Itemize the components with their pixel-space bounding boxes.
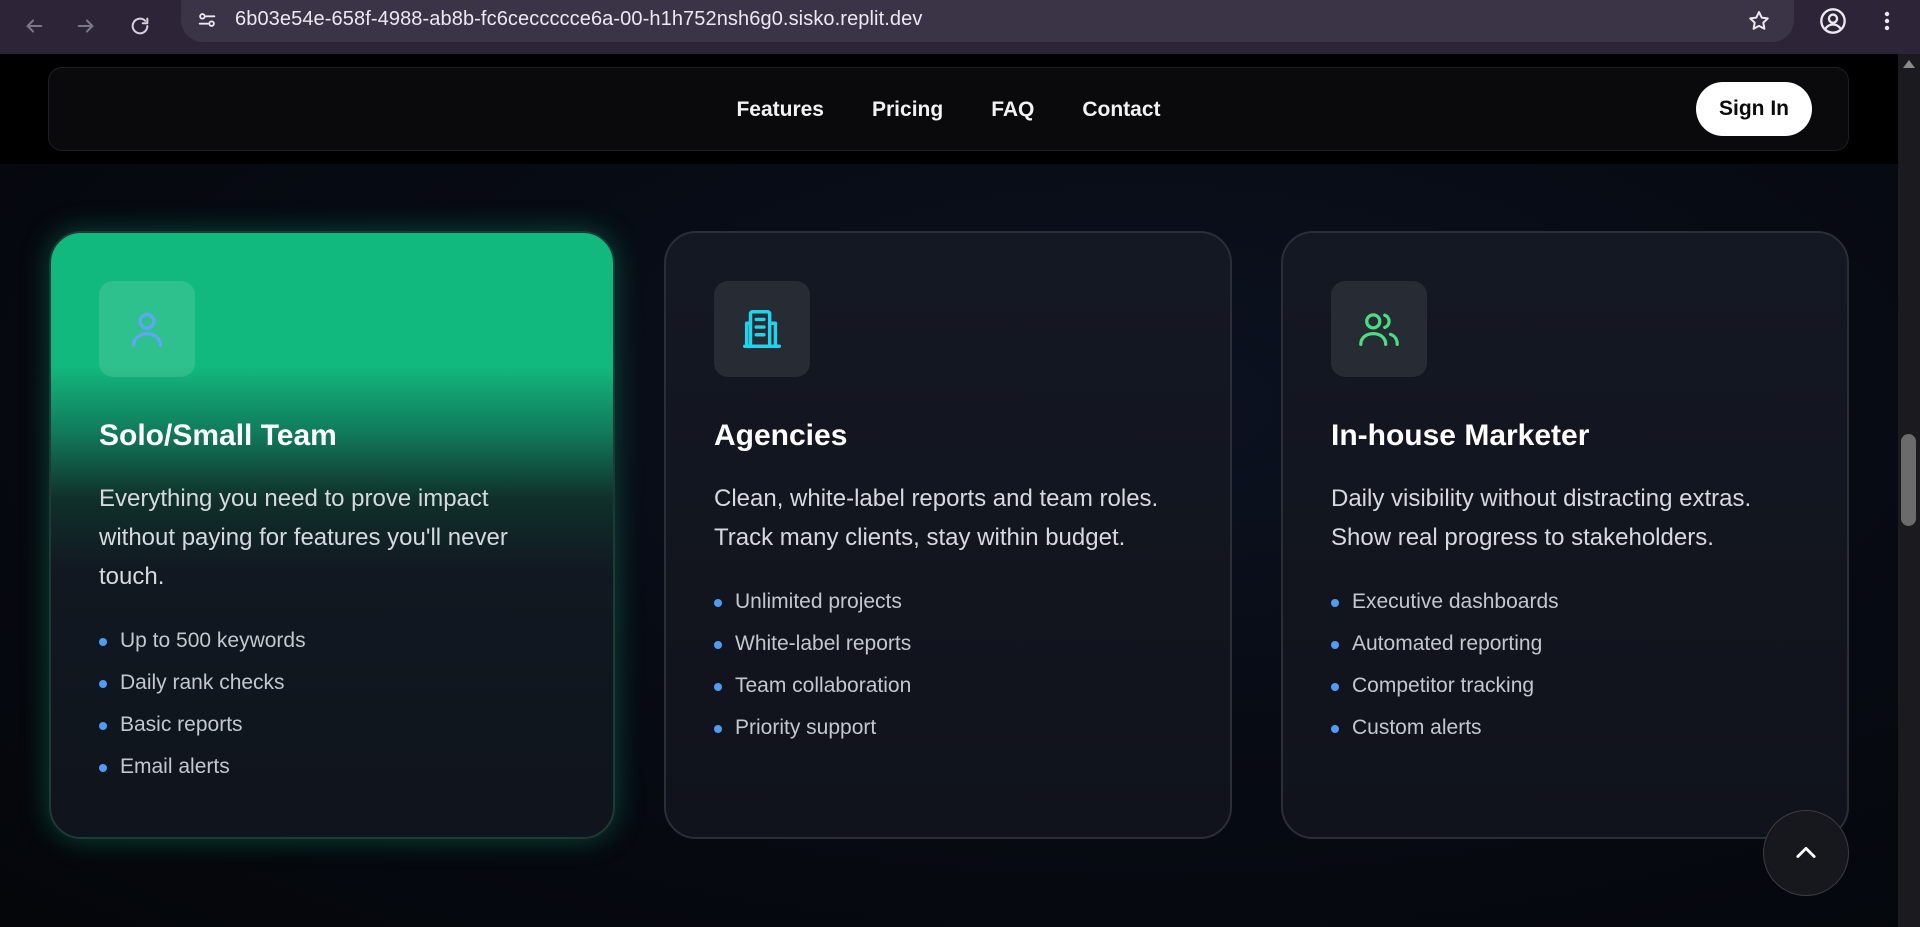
- list-item: Basic reports: [99, 704, 565, 746]
- top-navigation: Features Pricing FAQ Contact Sign In: [48, 67, 1849, 151]
- nav-link-contact[interactable]: Contact: [1082, 98, 1160, 122]
- card-in-house-marketer[interactable]: In-house Marketer Daily visibility witho…: [1281, 231, 1849, 839]
- user-icon: [131, 312, 163, 347]
- list-item: Priority support: [714, 707, 1182, 749]
- list-item: Custom alerts: [1331, 707, 1799, 749]
- card-icon-box: [1331, 281, 1427, 377]
- list-item: Team collaboration: [714, 665, 1182, 707]
- feature-list: Executive dashboards Automated reporting…: [1331, 581, 1799, 749]
- nav-link-faq[interactable]: FAQ: [991, 98, 1034, 122]
- card-description: Everything you need to prove impact with…: [99, 485, 508, 590]
- browser-menu-button[interactable]: [1870, 4, 1904, 38]
- building-icon: [743, 310, 781, 348]
- nav-link-features[interactable]: Features: [736, 98, 824, 122]
- site-info-button[interactable]: [189, 4, 225, 36]
- nav-link-pricing[interactable]: Pricing: [872, 98, 943, 122]
- feature-list: Unlimited projects White-label reports T…: [714, 581, 1182, 749]
- list-item: Daily rank checks: [99, 662, 565, 704]
- list-item: Automated reporting: [1331, 623, 1799, 665]
- sign-in-button[interactable]: Sign In: [1696, 82, 1812, 136]
- forward-button[interactable]: [68, 8, 104, 44]
- account-icon: [1820, 8, 1846, 34]
- list-item: Competitor tracking: [1331, 665, 1799, 707]
- arrow-left-icon: [26, 19, 43, 33]
- address-bar[interactable]: 6b03e54e-658f-4988-ab8b-fc6ceccccce6a-00…: [181, 0, 1794, 42]
- card-solo-small-team[interactable]: Solo/Small Team Everything you need to p…: [49, 231, 615, 839]
- arrow-right-icon: [77, 19, 94, 33]
- page-scrollbar[interactable]: [1898, 54, 1920, 927]
- card-icon-box: [714, 281, 810, 377]
- list-item: Email alerts: [99, 746, 565, 788]
- reload-icon: [131, 17, 149, 35]
- card-title: Solo/Small Team: [99, 419, 337, 452]
- card-agencies[interactable]: Agencies Clean, white-label reports and …: [664, 231, 1232, 839]
- feature-list: Up to 500 keywords Daily rank checks Bas…: [99, 620, 565, 788]
- browser-toolbar: 6b03e54e-658f-4988-ab8b-fc6ceccccce6a-00…: [0, 0, 1920, 54]
- tune-icon: [198, 13, 216, 27]
- reload-button[interactable]: [122, 8, 158, 44]
- page-viewport: Features Pricing FAQ Contact Sign In Sol…: [0, 54, 1898, 927]
- card-icon-box: [99, 281, 195, 377]
- nav-links: Features Pricing FAQ Contact: [49, 68, 1848, 152]
- profile-button[interactable]: [1816, 4, 1850, 38]
- star-icon: [1749, 11, 1769, 30]
- scroll-up-arrow-icon[interactable]: [1903, 60, 1915, 68]
- list-item: Executive dashboards: [1331, 581, 1799, 623]
- list-item: Up to 500 keywords: [99, 620, 565, 662]
- list-item: Unlimited projects: [714, 581, 1182, 623]
- card-title: In-house Marketer: [1331, 419, 1590, 452]
- scrollbar-thumb[interactable]: [1901, 434, 1916, 526]
- kebab-menu-icon: [1884, 11, 1890, 31]
- users-icon: [1359, 313, 1399, 346]
- back-to-top-button[interactable]: [1763, 810, 1849, 896]
- list-item: White-label reports: [714, 623, 1182, 665]
- bookmark-button[interactable]: [1744, 6, 1774, 36]
- back-button[interactable]: [16, 8, 52, 44]
- card-description: Daily visibility without distracting ext…: [1331, 485, 1752, 551]
- chevron-up-icon: [1796, 846, 1816, 858]
- card-title: Agencies: [714, 419, 848, 452]
- url-text[interactable]: 6b03e54e-658f-4988-ab8b-fc6ceccccce6a-00…: [235, 8, 922, 31]
- card-description: Clean, white-label reports and team role…: [714, 485, 1159, 551]
